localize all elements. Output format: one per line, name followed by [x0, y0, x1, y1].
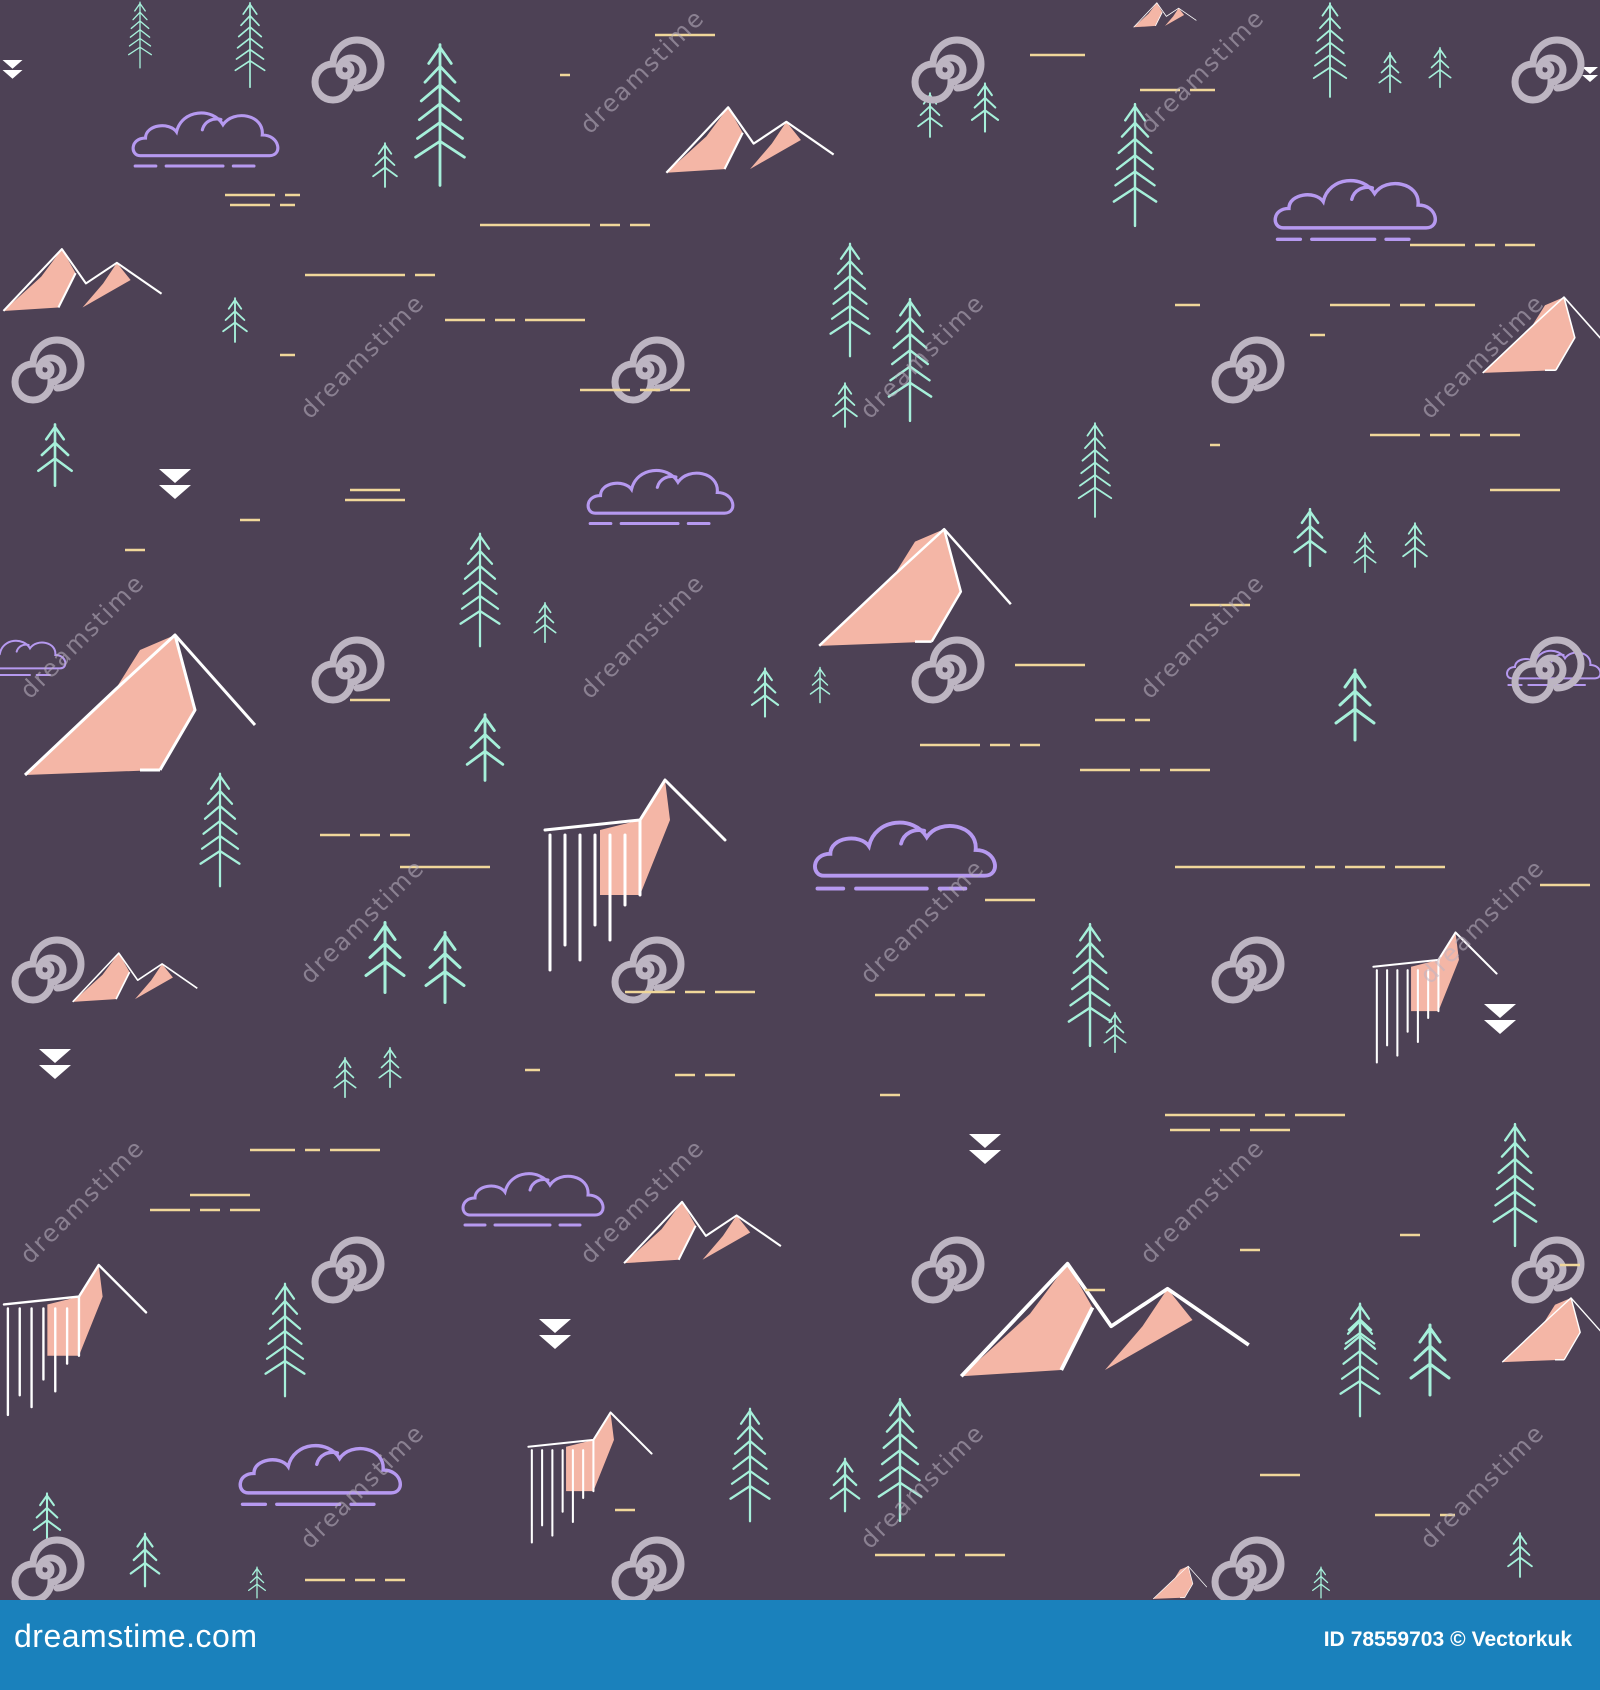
pine-tree-icon [332, 1056, 358, 1099]
spiral-watermark-icon [315, 40, 381, 100]
pine-tree-icon [36, 422, 74, 488]
pine-tree-icon [829, 242, 871, 358]
pine-tree-icon [1336, 670, 1374, 740]
pine-tree-icon [199, 772, 241, 888]
mountain-icon [817, 527, 1013, 648]
mountain-icon [1152, 1565, 1208, 1600]
waterfall-icon [527, 1411, 653, 1544]
spiral-watermark-icon [15, 940, 81, 1000]
pine-tree-icon [831, 381, 859, 429]
waterfall-icon [543, 778, 727, 972]
watermark-text: dreamstime [854, 288, 990, 424]
double-chevron-icon [159, 469, 191, 499]
author-name: Vectorkuk [1471, 1628, 1572, 1651]
pine-tree-icon [1506, 1531, 1534, 1579]
watermark-text: dreamstime [854, 853, 990, 989]
mountain-icon [1132, 1, 1198, 29]
spiral-watermark-icon [915, 1240, 981, 1300]
mountain-icon [961, 1264, 1249, 1377]
spiral-watermark-icon [315, 1240, 381, 1300]
spiral-watermark-icon [1215, 940, 1281, 1000]
pine-tree-icon [424, 930, 466, 1005]
pine-tree-icon [1293, 507, 1327, 568]
image-credit: ID 78559703 © Vectorkuk [1324, 1628, 1578, 1652]
mountain-icon [664, 105, 836, 175]
cloud-icon [586, 468, 735, 526]
spiral-watermark-icon [915, 40, 981, 100]
watermark-text: dreamstime [854, 1418, 990, 1554]
watermark-text: dreamstime [294, 288, 430, 424]
pine-tree-icon [414, 43, 466, 187]
pine-tree-icon [377, 1046, 403, 1089]
pine-tree-icon [233, 1, 267, 89]
pine-tree-icon [1311, 1565, 1331, 1600]
spiral-watermark-icon [915, 640, 981, 700]
pine-tree-icon [371, 141, 399, 189]
pine-tree-icon [32, 1491, 62, 1544]
cloud-icon [1275, 181, 1435, 240]
pine-tree-icon [750, 666, 780, 719]
pine-tree-icon [829, 1457, 861, 1513]
watermark-text: dreamstime [294, 853, 430, 989]
pine-tree-icon [1377, 51, 1403, 94]
pine-tree-icon [1344, 1302, 1376, 1358]
watermark-text: dreamstime [574, 568, 710, 704]
mountain-icon [1501, 1297, 1600, 1363]
spiral-watermark-icon [1515, 640, 1581, 700]
watermark-text: dreamstime [1414, 853, 1550, 989]
brand-label[interactable]: dreamstime.com [14, 1618, 258, 1655]
cloud-icon [131, 111, 280, 168]
id-label: ID [1323, 1628, 1345, 1651]
copyright-symbol: © [1450, 1628, 1466, 1651]
pine-tree-icon [129, 1532, 161, 1588]
spiral-watermark-icon [15, 340, 81, 400]
pine-tree-icon [465, 713, 505, 782]
spiral-watermark-icon [15, 1540, 81, 1600]
double-chevron-icon [1582, 67, 1598, 82]
pine-tree-icon [221, 296, 249, 344]
watermark-text: dreamstime [14, 1133, 150, 1269]
pine-tree-icon [1312, 1, 1348, 99]
pine-tree-icon [1427, 46, 1453, 89]
mountain-icon [71, 952, 199, 1003]
pine-tree-icon [459, 532, 501, 648]
pine-tree-icon [364, 920, 406, 995]
pine-tree-icon [809, 666, 831, 704]
pine-tree-icon [729, 1407, 771, 1523]
double-chevron-icon [39, 1049, 71, 1079]
spiral-watermark-icon [615, 1540, 681, 1600]
pine-tree-icon [127, 0, 153, 70]
footer-bar: dreamstime.com ID 78559703 © Vectorkuk [0, 1600, 1600, 1690]
watermark-text: dreamstime [1134, 568, 1270, 704]
double-chevron-icon [1484, 1004, 1516, 1034]
cloud-icon [461, 1172, 605, 1227]
pine-tree-icon [1492, 1122, 1538, 1248]
pine-tree-icon [532, 601, 558, 644]
pine-tree-icon [1352, 531, 1378, 574]
double-chevron-icon [969, 1134, 1001, 1164]
waterfall-icon [2, 1263, 148, 1417]
id-value: 78559703 [1350, 1628, 1445, 1651]
spiral-watermark-icon [1515, 40, 1581, 100]
watermark-text: dreamstime [294, 1418, 430, 1554]
pine-tree-icon [1401, 521, 1429, 569]
watermark-text: dreamstime [574, 3, 710, 139]
spiral-watermark-icon [315, 640, 381, 700]
pine-tree-icon [247, 1565, 267, 1600]
mountain-icon [2, 247, 163, 313]
pine-tree-icon [1067, 922, 1113, 1048]
watermark-text: dreamstime [1414, 1418, 1550, 1554]
pine-tree-icon [970, 81, 1000, 134]
double-chevron-icon [2, 60, 23, 79]
spiral-watermark-icon [1215, 1540, 1281, 1600]
spiral-watermark-icon [1215, 340, 1281, 400]
double-chevron-icon [539, 1319, 571, 1349]
pattern-scene: dreamstime dreamstime dreamstime dreamstime… [0, 0, 1600, 1600]
spiral-watermark-icon [1515, 1240, 1581, 1300]
pattern-canvas: dreamstime dreamstime dreamstime dreamstime… [0, 0, 1600, 1600]
pine-tree-icon [264, 1282, 306, 1398]
pine-tree-icon [1409, 1323, 1451, 1397]
pine-tree-icon [1077, 421, 1113, 519]
